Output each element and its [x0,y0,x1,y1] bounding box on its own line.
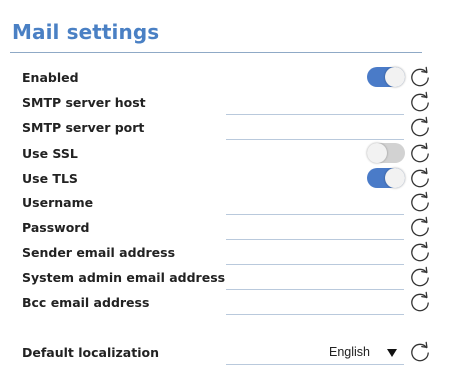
bcc-email-label: Bcc email address [22,295,150,310]
reset-icon[interactable] [408,116,432,140]
reset-icon[interactable] [408,341,432,365]
reset-icon[interactable] [408,266,432,290]
use-tls-toggle[interactable] [367,168,405,188]
setting-row-admin-email: System admin email address [0,266,462,291]
title-divider [10,52,422,53]
reset-icon[interactable] [408,142,432,166]
setting-row-username: Username [0,191,462,216]
toggle-knob [367,143,387,163]
setting-row-bcc-email: Bcc email address [0,291,462,316]
page-title: Mail settings [12,20,160,44]
caret-down-icon [387,349,397,357]
reset-icon[interactable] [408,291,432,315]
input-underline [226,139,404,140]
password-input[interactable] [226,218,404,238]
input-underline [226,289,404,290]
bcc-email-input[interactable] [226,293,404,313]
sender-email-label: Sender email address [22,245,176,260]
reset-icon[interactable] [408,191,432,215]
admin-email-input[interactable] [226,268,404,288]
enabled-label: Enabled [22,70,79,85]
smtp-host-input[interactable] [226,93,404,113]
reset-icon[interactable] [408,66,432,90]
password-label: Password [22,220,90,235]
enabled-toggle[interactable] [367,67,405,87]
localization-select-value: English [329,345,370,359]
setting-row-default-localization: Default localization English [0,341,462,366]
reset-icon[interactable] [408,241,432,265]
select-underline [226,364,404,365]
sender-email-input[interactable] [226,243,404,263]
smtp-host-label: SMTP server host [22,95,146,110]
setting-row-use-ssl: Use SSL [0,142,462,167]
use-ssl-label: Use SSL [22,146,78,161]
reset-icon[interactable] [408,216,432,240]
input-underline [226,114,404,115]
input-underline [226,264,404,265]
input-underline [226,214,404,215]
username-input[interactable] [226,193,404,213]
toggle-knob [385,168,405,188]
input-underline [226,239,404,240]
use-tls-label: Use TLS [22,171,78,186]
default-localization-label: Default localization [22,345,159,360]
reset-icon[interactable] [408,167,432,191]
username-label: Username [22,195,94,210]
admin-email-label: System admin email address [22,270,226,285]
setting-row-password: Password [0,216,462,241]
smtp-port-input[interactable] [226,118,404,138]
setting-row-enabled: Enabled [0,66,462,91]
setting-row-smtp-port: SMTP server port [0,116,462,141]
setting-row-use-tls: Use TLS [0,167,462,192]
use-ssl-toggle[interactable] [367,143,405,163]
input-underline [226,314,404,315]
reset-icon[interactable] [408,91,432,115]
toggle-knob [385,67,405,87]
setting-row-smtp-host: SMTP server host [0,91,462,116]
localization-select[interactable]: English [226,341,404,365]
smtp-port-label: SMTP server port [22,120,145,135]
setting-row-sender-email: Sender email address [0,241,462,266]
